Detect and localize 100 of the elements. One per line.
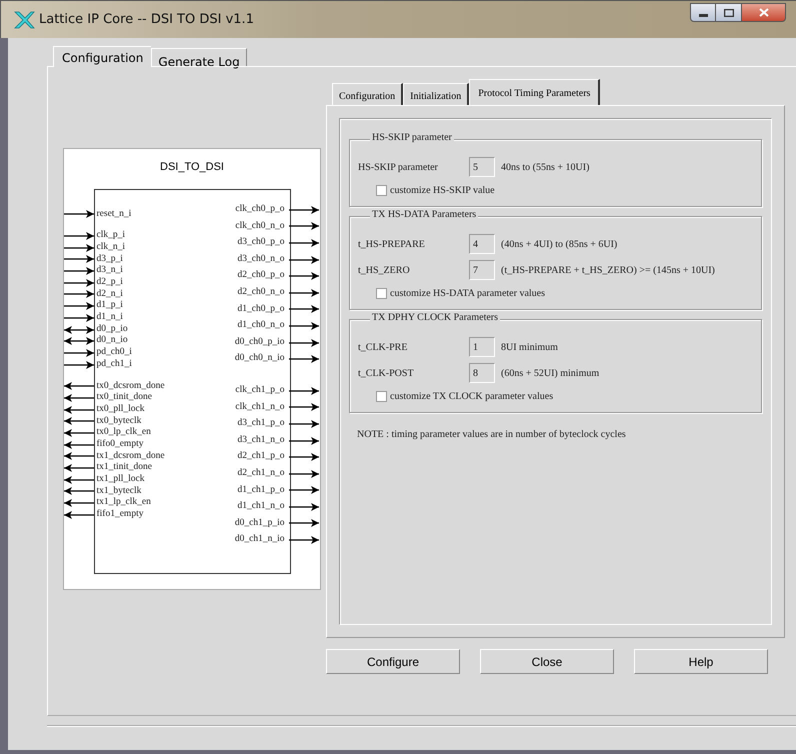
pin-arrow-icon bbox=[64, 255, 94, 264]
pin-arrow-icon bbox=[64, 337, 94, 346]
range-hint: (60ns + 52UI) minimum bbox=[501, 366, 600, 380]
checkbox[interactable] bbox=[376, 184, 387, 196]
pin-label: tx1_tinit_done bbox=[96, 463, 152, 473]
value-field[interactable]: 5 bbox=[469, 157, 495, 177]
pin-label: clk_ch1_n_o bbox=[235, 402, 284, 412]
dialog-button[interactable]: Close bbox=[480, 649, 614, 674]
pin-label: fifo1_empty bbox=[96, 510, 144, 520]
field-label: HS-SKIP parameter bbox=[358, 160, 439, 174]
pin-label: fifo0_empty bbox=[96, 440, 144, 450]
pin-label: d1_ch1_p_o bbox=[238, 486, 284, 496]
pin-arrow-icon bbox=[64, 406, 94, 414]
pin-label: d0_ch1_p_io bbox=[234, 518, 284, 528]
pin-arrow-icon bbox=[64, 499, 94, 508]
tab[interactable]: Protocol Timing Parameters bbox=[469, 79, 600, 106]
pin-label: tx1_byteclk bbox=[96, 486, 142, 496]
note-text: NOTE : timing parameter values are in number of byteclock cycles bbox=[356, 428, 627, 442]
pin-arrow-icon bbox=[288, 256, 318, 264]
pin-label: tx1_dcsrom_done bbox=[96, 452, 165, 462]
pin-label: d1_ch0_n_o bbox=[238, 321, 284, 331]
pin-arrow-icon bbox=[64, 278, 94, 287]
pin-arrow-icon bbox=[64, 267, 94, 276]
pin-arrow-icon bbox=[64, 244, 94, 252]
pin-arrow-icon bbox=[64, 394, 94, 402]
pin-label: d0_ch0_p_io bbox=[234, 338, 284, 348]
pin-arrow-icon bbox=[64, 487, 94, 496]
pin-arrow-icon bbox=[64, 290, 94, 298]
pin-arrow-icon bbox=[288, 355, 318, 364]
pin-arrow-icon bbox=[64, 464, 94, 472]
pin-arrow-icon bbox=[288, 238, 318, 247]
pin-arrow-icon bbox=[64, 429, 94, 438]
checkbox[interactable] bbox=[376, 390, 387, 402]
value-field[interactable]: 8 bbox=[469, 363, 495, 383]
pin-label: clk_ch0_p_o bbox=[235, 205, 284, 215]
checkbox-label: customize HS-DATA parameter values bbox=[390, 286, 545, 300]
pin-arrow-icon bbox=[64, 510, 94, 519]
pin-arrow-icon bbox=[288, 453, 318, 462]
dialog-button[interactable]: Configure bbox=[326, 649, 460, 674]
pin-label: clk_p_i bbox=[96, 231, 125, 241]
minimize-icon bbox=[698, 14, 708, 17]
checkbox[interactable] bbox=[376, 288, 387, 298]
pin-arrow-icon bbox=[288, 519, 318, 528]
pin-label: d0_ch1_n_io bbox=[234, 535, 284, 545]
pin-label: tx0_pll_lock bbox=[96, 404, 145, 414]
pin-arrow-icon bbox=[288, 386, 318, 395]
pin-arrow-icon bbox=[288, 222, 318, 230]
tab[interactable]: Generate Log bbox=[151, 48, 247, 66]
maximize-icon bbox=[724, 8, 734, 16]
pin-label: d2_ch1_n_o bbox=[238, 468, 284, 478]
checkbox-label: customize HS-SKIP value bbox=[390, 184, 495, 198]
pin-label: d3_p_i bbox=[96, 254, 123, 264]
pin-label: d1_ch1_n_o bbox=[238, 502, 284, 512]
pin-arrow-icon bbox=[288, 420, 318, 428]
pin-label: tx0_lp_clk_en bbox=[96, 428, 151, 438]
pin-label: d2_p_i bbox=[96, 278, 123, 288]
value-field[interactable]: 1 bbox=[469, 337, 495, 357]
pin-arrow-icon bbox=[64, 210, 94, 218]
pin-label: d2_n_i bbox=[96, 290, 123, 300]
pin-arrow-icon bbox=[64, 232, 94, 240]
pin-label: d3_ch0_n_o bbox=[238, 254, 284, 264]
minimize-button[interactable] bbox=[690, 3, 716, 22]
pin-label: d1_n_i bbox=[96, 313, 123, 323]
group-title: TX HS-DATA Parameters bbox=[370, 210, 478, 220]
pin-arrow-icon bbox=[64, 476, 94, 484]
dialog-button[interactable]: Help bbox=[634, 649, 768, 674]
pin-arrow-icon bbox=[288, 536, 318, 544]
pin-arrow-icon bbox=[64, 440, 94, 449]
pin-arrow-icon bbox=[64, 382, 94, 390]
pin-label: d3_n_i bbox=[96, 266, 123, 276]
pin-arrow-icon bbox=[288, 403, 318, 412]
pin-label: tx1_lp_clk_en bbox=[96, 498, 151, 508]
pin-arrow-icon bbox=[64, 326, 94, 334]
pin-label: pd_ch1_i bbox=[96, 360, 132, 370]
close-icon bbox=[758, 8, 768, 17]
checkbox-label: customize TX CLOCK parameter values bbox=[390, 390, 554, 404]
close-button[interactable] bbox=[742, 3, 786, 22]
pin-arrow-icon bbox=[288, 338, 318, 347]
tab[interactable]: Configuration bbox=[332, 83, 404, 105]
pin-arrow-icon bbox=[64, 417, 94, 426]
group-title: HS-SKIP parameter bbox=[370, 133, 454, 143]
value-field[interactable]: 7 bbox=[469, 260, 495, 280]
pin-label: reset_n_i bbox=[96, 210, 132, 220]
range-hint: 40ns to (55ns + 10UI) bbox=[501, 160, 590, 174]
field-label: t_HS-PREPARE bbox=[358, 238, 426, 252]
tab[interactable]: Configuration bbox=[53, 46, 152, 67]
pin-arrow-icon bbox=[288, 305, 318, 314]
pin-label: pd_ch0_i bbox=[96, 348, 132, 358]
pin-arrow-icon bbox=[288, 502, 318, 511]
value-field[interactable]: 4 bbox=[469, 234, 495, 254]
pin-label: tx0_dcsrom_done bbox=[96, 382, 165, 392]
pin-arrow-icon bbox=[288, 288, 318, 297]
maximize-button[interactable] bbox=[716, 3, 742, 22]
pin-label: d3_ch1_n_o bbox=[238, 436, 284, 446]
pin-label: clk_ch0_n_o bbox=[235, 222, 284, 232]
pin-label: tx1_pll_lock bbox=[96, 475, 145, 485]
pin-arrow-icon bbox=[288, 322, 318, 330]
pin-label: tx0_tinit_done bbox=[96, 393, 152, 403]
pin-arrow-icon bbox=[288, 436, 318, 445]
pin-label: d0_p_io bbox=[96, 324, 128, 334]
